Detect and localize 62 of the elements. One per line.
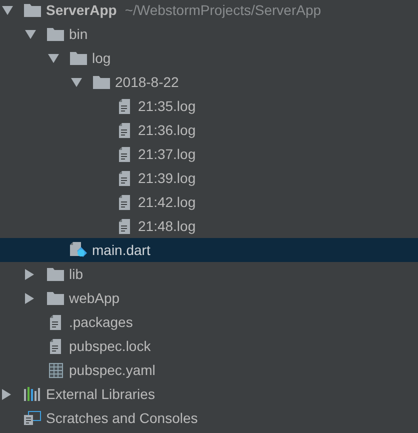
- tree-row[interactable]: lib: [0, 262, 418, 286]
- tree-row[interactable]: Scratches and Consoles: [0, 406, 418, 430]
- tree-label: ServerApp: [46, 0, 117, 20]
- tree-label: main.dart: [92, 240, 150, 260]
- dart-file-icon: [70, 242, 87, 258]
- folder-icon: [47, 268, 64, 280]
- tree-label: 21:37.log: [138, 144, 196, 164]
- file-icon: [119, 194, 130, 210]
- tree-label: .packages: [69, 312, 133, 332]
- tree-row[interactable]: .packages: [0, 310, 418, 334]
- folder-icon: [70, 52, 87, 64]
- console-icon: [24, 411, 41, 425]
- folder-icon: [24, 4, 41, 16]
- tree-row[interactable]: main.dart: [0, 238, 418, 262]
- collapse-arrow-icon[interactable]: [71, 78, 82, 86]
- expand-arrow-icon[interactable]: [2, 388, 11, 400]
- tree-label: 21:48.log: [138, 216, 196, 236]
- tree-label: External Libraries: [46, 384, 155, 404]
- tree-label: Scratches and Consoles: [46, 408, 198, 428]
- tree-label: pubspec.lock: [69, 336, 151, 356]
- tree-row[interactable]: bin: [0, 22, 418, 46]
- file-icon: [119, 98, 130, 114]
- tree-row[interactable]: log: [0, 46, 418, 70]
- tree-label: log: [92, 48, 111, 68]
- folder-icon: [47, 292, 64, 304]
- expand-arrow-icon[interactable]: [25, 292, 34, 304]
- tree-row[interactable]: 21:37.log: [0, 142, 418, 166]
- tree-row[interactable]: External Libraries: [0, 382, 418, 406]
- tree-label: 2018-8-22: [115, 72, 179, 92]
- tree-label: 21:35.log: [138, 96, 196, 116]
- file-icon: [119, 122, 130, 138]
- tree-label: webApp: [69, 288, 120, 308]
- tree-row[interactable]: 21:48.log: [0, 214, 418, 238]
- tree-row[interactable]: pubspec.yaml: [0, 358, 418, 382]
- tree-row[interactable]: pubspec.lock: [0, 334, 418, 358]
- folder-icon: [93, 76, 110, 88]
- file-icon: [119, 146, 130, 162]
- tree-label: 21:42.log: [138, 192, 196, 212]
- tree-row[interactable]: 21:42.log: [0, 190, 418, 214]
- folder-icon: [47, 28, 64, 40]
- file-icon: [50, 314, 61, 330]
- tree-row[interactable]: 2018-8-22: [0, 70, 418, 94]
- tree-row[interactable]: ServerApp ~/WebstormProjects/ServerApp: [0, 0, 418, 22]
- tree-row[interactable]: 21:36.log: [0, 118, 418, 142]
- tree-row[interactable]: 21:35.log: [0, 94, 418, 118]
- table-file-icon: [48, 362, 62, 378]
- file-icon: [50, 338, 61, 354]
- expand-arrow-icon[interactable]: [25, 268, 34, 280]
- tree-label: lib: [69, 264, 84, 284]
- collapse-arrow-icon[interactable]: [48, 54, 59, 62]
- project-path: ~/WebstormProjects/ServerApp: [124, 0, 322, 20]
- tree-label: pubspec.yaml: [69, 360, 156, 380]
- library-icon: [24, 387, 41, 401]
- file-icon: [119, 218, 130, 234]
- tree-label: 21:39.log: [138, 168, 196, 188]
- file-icon: [119, 170, 130, 186]
- collapse-arrow-icon[interactable]: [2, 6, 13, 14]
- tree-label: 21:36.log: [138, 120, 196, 140]
- collapse-arrow-icon[interactable]: [25, 30, 36, 38]
- tree-label: bin: [69, 24, 88, 44]
- tree-row[interactable]: webApp: [0, 286, 418, 310]
- tree-row[interactable]: 21:39.log: [0, 166, 418, 190]
